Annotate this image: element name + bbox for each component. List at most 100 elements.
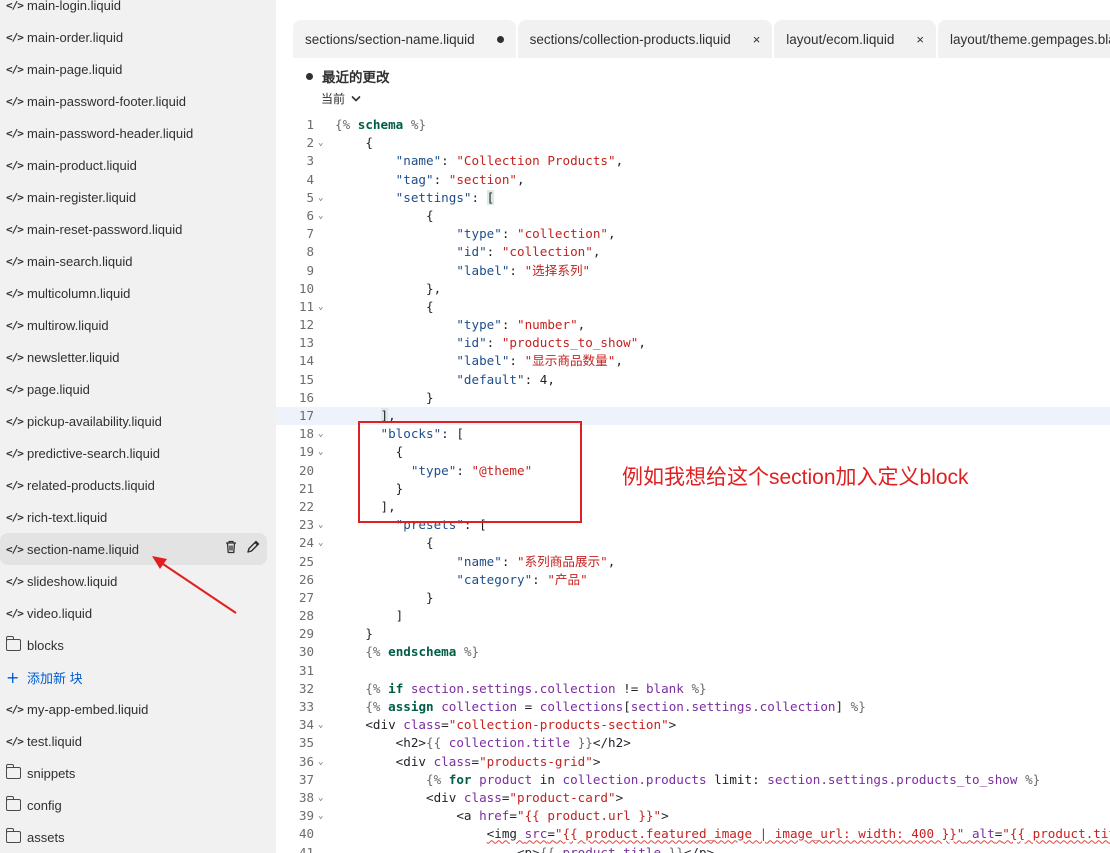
line-number: 16 [298,389,314,405]
code-line[interactable]: 41 <p>{{ product.title }}</p> [276,844,1110,853]
line-number: 29 [298,626,314,642]
code-line[interactable]: 36 ⌄ <div class="products-grid"> [276,753,1110,771]
file-predictive-search-liquid[interactable]: </> predictive-search.liquid [0,437,267,469]
code-line-text: {% for product in collection.products li… [426,771,1041,787]
annotation-arrow [152,556,237,614]
code-line[interactable]: 13 "id": "products_to_show", [276,334,1110,352]
folder-assets[interactable]: assets [0,821,267,853]
file-main-page-liquid[interactable]: </> main-page.liquid [0,53,267,85]
code-line[interactable]: 32 {% if section.settings.collection != … [276,680,1110,698]
file-main-password-header-liquid[interactable]: </> main-password-header.liquid [0,117,267,149]
editor-tab-sections-collection-products-liquid[interactable]: sections/collection-products.liquid × [517,20,773,58]
fold-chevron-icon[interactable]: ⌄ [318,443,323,461]
code-line[interactable]: 40 <img src="{{ product.featured_image |… [276,825,1110,843]
file-page-liquid[interactable]: </> page.liquid [0,373,267,405]
code-line[interactable]: 15 "default": 4, [276,371,1110,389]
code-line[interactable]: 31 [276,662,1110,680]
file-multicolumn-liquid[interactable]: </> multicolumn.liquid [0,277,267,309]
fold-chevron-icon[interactable]: ⌄ [318,189,323,207]
code-line[interactable]: 38 ⌄ <div class="product-card"> [276,789,1110,807]
code-line[interactable]: 25 "name": "系列商品展示", [276,553,1110,571]
code-line[interactable]: 39 ⌄ <a href="{{ product.url }}"> [276,807,1110,825]
code-line[interactable]: 33 {% assign collection = collections[se… [276,698,1110,716]
version-dropdown[interactable]: 当前 [321,90,361,107]
line-number: 26 [298,571,314,587]
code-line[interactable]: 3 "name": "Collection Products", [276,152,1110,170]
code-line[interactable]: 10 }, [276,280,1110,298]
file-rich-text-liquid[interactable]: </> rich-text.liquid [0,501,267,533]
fold-chevron-icon[interactable]: ⌄ [318,425,323,443]
folder-icon [5,636,21,651]
code-line-text: "settings": [ [395,189,495,205]
fold-chevron-icon[interactable]: ⌄ [318,753,323,771]
fold-chevron-icon[interactable]: ⌄ [318,534,323,552]
code-line[interactable]: 2 ⌄ { [276,134,1110,152]
code-file-icon: </> [6,254,24,268]
code-line[interactable]: 6 ⌄ { [276,207,1110,225]
add-new-block-button[interactable]: + 添加新 块 [0,661,267,693]
file-test-liquid[interactable]: </> test.liquid [0,725,267,757]
fold-chevron-icon[interactable]: ⌄ [318,207,323,225]
fold-chevron-icon[interactable]: ⌄ [318,807,323,825]
code-line[interactable]: 28 ] [276,607,1110,625]
code-line[interactable]: 4 "tag": "section", [276,171,1110,189]
editor-tab-section-name-liquid[interactable]: sections/section-name.liquid [293,20,516,58]
code-line[interactable]: 37 {% for product in collection.products… [276,771,1110,789]
code-line[interactable]: 27 } [276,589,1110,607]
code-line[interactable]: 7 "type": "collection", [276,225,1110,243]
code-line[interactable]: 8 "id": "collection", [276,243,1110,261]
sidebar-item-label: test.liquid [27,733,82,749]
sidebar-item-label: related-products.liquid [27,477,155,493]
code-line[interactable]: 26 "category": "产品" [276,571,1110,589]
code-line[interactable]: 35 <h2>{{ collection.title }}</h2> [276,734,1110,752]
file-main-login-liquid[interactable]: </> main-login.liquid [0,0,267,21]
code-line-text: <div class="product-card"> [335,789,624,805]
code-line[interactable]: 12 "type": "number", [276,316,1110,334]
fold-chevron-icon[interactable]: ⌄ [318,134,323,152]
code-line[interactable]: 9 "label": "选择系列" [276,262,1110,280]
file-main-order-liquid[interactable]: </> main-order.liquid [0,21,267,53]
fold-chevron-icon[interactable]: ⌄ [318,716,323,734]
code-line[interactable]: 14 "label": "显示商品数量", [276,352,1110,370]
annotation-highlight-box [358,421,582,523]
code-file-icon: </> [6,62,24,76]
file-related-products-liquid[interactable]: </> related-products.liquid [0,469,267,501]
code-line-text: "id": "products_to_show", [456,335,646,351]
file-pickup-availability-liquid[interactable]: </> pickup-availability.liquid [0,405,267,437]
file-main-register-liquid[interactable]: </> main-register.liquid [0,181,267,213]
pencil-icon[interactable] [245,539,261,555]
code-line[interactable]: 1 {% schema %} [276,116,1110,134]
file-main-product-liquid[interactable]: </> main-product.liquid [0,149,267,181]
close-tab-icon[interactable]: × [916,32,924,47]
file-main-search-liquid[interactable]: </> main-search.liquid [0,245,267,277]
folder-snippets[interactable]: snippets [0,757,267,789]
unsaved-dot-icon[interactable] [496,35,504,43]
code-line[interactable]: 5 ⌄ "settings": [ [276,189,1110,207]
editor-tab-layout-ecom-liquid[interactable]: layout/ecom.liquid × [774,20,936,58]
folder-blocks[interactable]: blocks [0,629,267,661]
code-line-text: "id": "collection", [456,244,601,260]
code-line-text: <h2>{{ collection.title }}</h2> [335,735,631,751]
code-line[interactable]: 29 } [276,625,1110,643]
close-tab-icon[interactable]: × [753,32,761,47]
file-newsletter-liquid[interactable]: </> newsletter.liquid [0,341,267,373]
editor-tab-layout-theme-gempages-blank-liquid[interactable]: layout/theme.gempages.blank.liquid [937,20,1110,58]
sidebar-item-label: my-app-embed.liquid [27,701,149,717]
file-multirow-liquid[interactable]: </> multirow.liquid [0,309,267,341]
code-line[interactable]: 16 } [276,389,1110,407]
fold-chevron-icon[interactable]: ⌄ [318,516,323,534]
file-main-password-footer-liquid[interactable]: </> main-password-footer.liquid [0,85,267,117]
file-my-app-embed-liquid[interactable]: </> my-app-embed.liquid [0,693,267,725]
code-line[interactable]: 11 ⌄ { [276,298,1110,316]
line-number: 22 [298,498,314,514]
fold-chevron-icon[interactable]: ⌄ [318,298,323,316]
file-main-reset-password-liquid[interactable]: </> main-reset-password.liquid [0,213,267,245]
code-line-text: {% schema %} [335,117,427,132]
code-line[interactable]: 24 ⌄ { [276,534,1110,552]
fold-chevron-icon[interactable]: ⌄ [318,789,323,807]
code-line-text: }, [335,280,442,296]
folder-config[interactable]: config [0,789,267,821]
code-line-text: "category": "产品" [456,571,588,587]
code-line[interactable]: 34 ⌄ <div class="collection-products-sect… [276,716,1110,734]
code-line[interactable]: 30 {% endschema %} [276,643,1110,661]
